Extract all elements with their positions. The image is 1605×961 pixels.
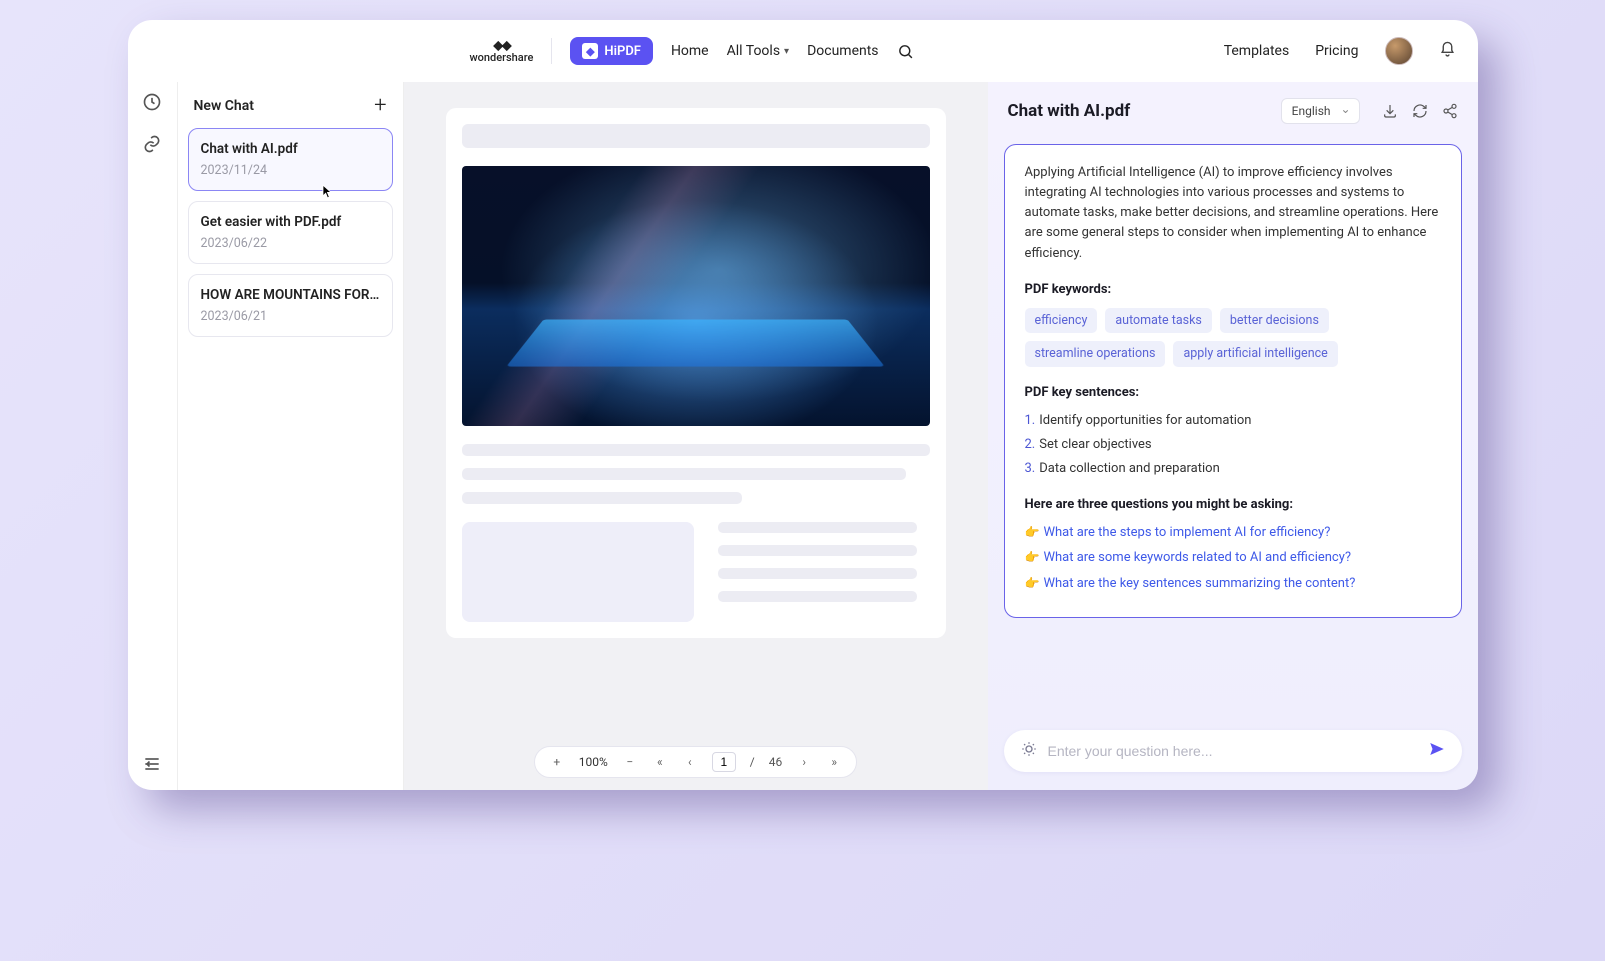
chat-card-title: Chat with AI.pdf	[201, 141, 380, 157]
topbar: ⬥⬥ wondershare ◆ HiPDF Home All Tools ▾ …	[128, 20, 1478, 82]
questions-heading: Here are three questions you might be as…	[1025, 495, 1441, 515]
chat-card[interactable]: Chat with AI.pdf 2023/11/24	[188, 128, 393, 191]
skeleton-lines-block	[718, 522, 929, 622]
send-icon[interactable]	[1428, 740, 1446, 762]
download-icon[interactable]	[1382, 103, 1398, 119]
skeleton-image-block	[462, 522, 695, 622]
suggested-questions: What are the steps to implement AI for e…	[1025, 523, 1441, 593]
prev-page-icon[interactable]: ‹	[682, 755, 698, 769]
divider	[551, 38, 552, 64]
suggested-question[interactable]: What are some keywords related to AI and…	[1025, 548, 1441, 568]
chat-title: Chat with AI.pdf	[1008, 101, 1131, 121]
chat-card[interactable]: Get easier with PDF.pdf 2023/06/22	[188, 201, 393, 264]
ai-response-card: Applying Artificial Intelligence (AI) to…	[1004, 144, 1462, 618]
brand-logo[interactable]: ⬥⬥ wondershare	[470, 39, 534, 64]
nav-templates[interactable]: Templates	[1224, 43, 1290, 59]
zoom-out-icon[interactable]: −	[622, 755, 638, 769]
chat-header: Chat with AI.pdf English	[988, 82, 1478, 134]
collapse-sidebar-icon[interactable]	[142, 754, 162, 774]
chat-panel: Chat with AI.pdf English Applying Artifi…	[988, 82, 1478, 790]
chat-card-title: HOW ARE MOUNTAINS FOR...	[201, 287, 380, 303]
key-sentence: 3.Data collection and preparation	[1025, 459, 1441, 479]
skeleton-line	[718, 545, 917, 556]
last-page-icon[interactable]: »	[826, 755, 842, 769]
skeleton-two-col	[462, 522, 930, 622]
chat-card[interactable]: HOW ARE MOUNTAINS FOR... 2023/06/21	[188, 274, 393, 337]
zoom-level: 100%	[579, 755, 608, 769]
skeleton-line	[462, 468, 907, 480]
chat-card-date: 2023/06/22	[201, 236, 380, 251]
keyword-tag[interactable]: better decisions	[1220, 308, 1329, 333]
skeleton-line	[718, 568, 917, 579]
keywords-heading: PDF keywords:	[1025, 280, 1441, 300]
skeleton-line	[462, 492, 743, 504]
chat-card-date: 2023/11/24	[201, 163, 380, 178]
skeleton-line	[462, 444, 930, 456]
keyword-tag[interactable]: streamline operations	[1025, 341, 1166, 366]
key-sentences-heading: PDF key sentences:	[1025, 383, 1441, 403]
skeleton-title	[462, 124, 930, 148]
avatar[interactable]	[1385, 37, 1413, 65]
brand-dots-icon: ⬥⬥	[493, 39, 510, 51]
search-icon[interactable]	[897, 43, 914, 60]
nav-pricing[interactable]: Pricing	[1315, 43, 1358, 59]
nav-all-tools[interactable]: All Tools ▾	[727, 43, 789, 59]
suggested-question[interactable]: What are the key sentences summarizing t…	[1025, 574, 1441, 594]
keyword-tag[interactable]: automate tasks	[1105, 308, 1212, 333]
hipdf-icon: ◆	[582, 43, 598, 59]
nav-all-tools-label: All Tools	[727, 43, 780, 59]
rail	[128, 82, 178, 790]
notifications-icon[interactable]	[1439, 41, 1456, 62]
keyword-tag[interactable]: apply artificial intelligence	[1173, 341, 1337, 366]
suggested-question[interactable]: What are the steps to implement AI for e…	[1025, 523, 1441, 543]
hipdf-button[interactable]: ◆ HiPDF	[570, 37, 653, 65]
history-icon[interactable]	[142, 92, 162, 112]
share-icon[interactable]	[1442, 103, 1458, 119]
chat-text-input[interactable]	[1048, 743, 1418, 759]
chevron-down-icon: ▾	[784, 46, 789, 57]
key-sentence: 1.Identify opportunities for automation	[1025, 411, 1441, 431]
pdf-hero-image	[462, 166, 930, 426]
page-input[interactable]	[712, 752, 736, 772]
page-total: 46	[769, 755, 783, 769]
pager: + 100% − « ‹ / 46 › »	[534, 746, 857, 778]
brand-text: wondershare	[470, 51, 534, 64]
chat-card-title: Get easier with PDF.pdf	[201, 214, 380, 230]
workspace: New Chat + Chat with AI.pdf 2023/11/24 G…	[128, 82, 1478, 790]
app-window: ⬥⬥ wondershare ◆ HiPDF Home All Tools ▾ …	[128, 20, 1478, 790]
keywords-tags: efficiency automate tasks better decisio…	[1025, 308, 1441, 367]
refresh-icon[interactable]	[1412, 103, 1428, 119]
chat-input	[1004, 730, 1462, 772]
hipdf-label: HiPDF	[604, 44, 641, 59]
next-page-icon[interactable]: ›	[796, 755, 812, 769]
key-sentence: 2.Set clear objectives	[1025, 435, 1441, 455]
new-chat-label: New Chat	[194, 98, 254, 114]
new-chat-row: New Chat +	[188, 92, 393, 128]
language-select[interactable]: English	[1281, 98, 1360, 124]
plus-icon[interactable]: +	[374, 98, 386, 114]
zoom-in-icon[interactable]: +	[549, 755, 565, 769]
skeleton-line	[718, 591, 917, 602]
first-page-icon[interactable]: «	[652, 755, 668, 769]
skeleton-line	[718, 522, 917, 533]
nav-documents[interactable]: Documents	[807, 43, 878, 59]
sidebar: New Chat + Chat with AI.pdf 2023/11/24 G…	[178, 82, 404, 790]
pdf-page[interactable]	[446, 108, 946, 638]
sparkle-icon[interactable]	[1020, 740, 1038, 762]
key-sentences-list: 1.Identify opportunities for automation …	[1025, 411, 1441, 479]
nav-home[interactable]: Home	[671, 43, 709, 59]
link-icon[interactable]	[142, 134, 162, 154]
chat-card-date: 2023/06/21	[201, 309, 380, 324]
pdf-viewer: + 100% − « ‹ / 46 › »	[404, 82, 988, 790]
page-sep: /	[750, 755, 755, 769]
keyword-tag[interactable]: efficiency	[1025, 308, 1098, 333]
language-value: English	[1292, 104, 1331, 118]
ai-summary: Applying Artificial Intelligence (AI) to…	[1025, 163, 1441, 264]
